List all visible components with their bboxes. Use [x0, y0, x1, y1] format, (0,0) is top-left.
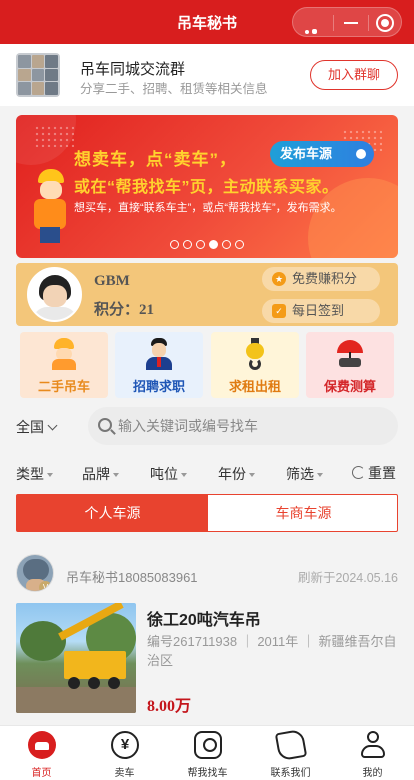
calendar-icon: ✓ — [272, 304, 286, 318]
filter-bar: 类型 品牌 吨位 年份 筛选 重置 — [0, 452, 414, 492]
filter-more[interactable]: 筛选 — [286, 464, 323, 484]
tab-sell[interactable]: ¥ 卖车 — [83, 726, 166, 780]
vehicle-photo — [16, 603, 136, 713]
refresh-icon — [352, 466, 365, 479]
user-points: 积分：21 — [94, 302, 155, 318]
avatar[interactable] — [27, 267, 82, 322]
banner-line-2: 或在“帮我找车”页，主动联系买家。 — [74, 179, 339, 196]
tab-dealer[interactable]: 车商车源 — [208, 495, 399, 531]
source-tabs: 个人车源 车商车源 — [16, 494, 398, 532]
listing: V 吊车秘书18085083961 刷新于2024.05.16 徐工20吨汽车吊… — [0, 540, 414, 723]
promo-banner[interactable]: 想卖车，点“卖车”， 发布车源 或在“帮我找车”页，主动联系买家。 想买车，直接… — [16, 115, 398, 258]
category-used-crane[interactable]: 二手吊车 — [20, 332, 108, 398]
reset-button[interactable]: 重置 — [352, 463, 396, 483]
group-chat-bar: 吊车同城交流群 分享二手、招聘、租赁等相关信息 加入群聊 — [0, 44, 414, 106]
search-input[interactable] — [118, 407, 388, 445]
recruiter-icon — [145, 338, 173, 370]
umbrella-car-icon — [336, 338, 364, 370]
publish-vehicle-button[interactable]: 发布车源 — [270, 141, 374, 167]
search-row: 全国 — [0, 404, 414, 450]
bottom-tab-bar: 首页 ¥ 卖车 帮我找车 联系我们 我的 — [0, 725, 414, 780]
user-card: GBM 积分：21 ★ 免费赚积分 ✓ 每日签到 — [16, 263, 398, 326]
phone-icon — [274, 728, 308, 762]
carousel-dot[interactable] — [183, 240, 192, 249]
search-icon — [98, 418, 112, 432]
worker-icon — [50, 338, 78, 370]
title-bar: 吊车秘书 — [0, 0, 414, 52]
filter-brand[interactable]: 品牌 — [82, 464, 119, 484]
seller-avatar: V — [16, 554, 54, 592]
filter-year[interactable]: 年份 — [218, 464, 255, 484]
region-selector[interactable]: 全国 — [16, 417, 58, 437]
minimize-icon[interactable] — [344, 22, 358, 24]
profile-icon — [359, 731, 387, 759]
list-item[interactable]: V 吊车秘书18085083961 刷新于2024.05.16 徐工20吨汽车吊… — [0, 540, 414, 723]
user-name: GBM — [94, 273, 130, 289]
group-name: 吊车同城交流群 — [80, 61, 186, 78]
star-coin-icon: ★ — [272, 272, 286, 286]
filter-tonnage[interactable]: 吨位 — [150, 464, 187, 484]
vehicle-title: 徐工20吨汽车吊 — [147, 612, 261, 629]
search-box[interactable] — [88, 407, 398, 445]
banner-line-3: 想买车，直接“联系车主”，或点“帮我找车”，发布需求。 — [74, 202, 342, 214]
banner-line-1: 想卖车，点“卖车”， — [74, 150, 237, 169]
group-avatar — [16, 53, 60, 97]
daily-signin-button[interactable]: ✓ 每日签到 — [262, 299, 380, 323]
join-group-button[interactable]: 加入群聊 — [310, 60, 398, 90]
close-target-icon[interactable] — [376, 14, 394, 32]
chevron-down-icon — [47, 420, 58, 431]
carousel-dot[interactable] — [170, 240, 179, 249]
tab-home[interactable]: 首页 — [0, 726, 83, 780]
carousel-dot[interactable] — [196, 240, 205, 249]
worker-illustration — [30, 169, 70, 243]
tab-contact[interactable]: 联系我们 — [249, 726, 332, 780]
category-grid: 二手吊车 招聘求职 求租出租 保费测算 — [0, 330, 414, 400]
category-recruitment[interactable]: 招聘求职 — [115, 332, 203, 398]
carousel-dot[interactable] — [209, 240, 218, 249]
refresh-date: 刷新于2024.05.16 — [297, 571, 398, 585]
verified-badge-icon: V — [39, 581, 52, 591]
yen-icon: ¥ — [111, 731, 139, 759]
more-icon[interactable] — [305, 21, 325, 52]
earn-points-button[interactable]: ★ 免费赚积分 — [262, 267, 380, 291]
hook-icon — [241, 338, 269, 370]
group-description: 分享二手、招聘、租赁等相关信息 — [80, 82, 268, 96]
filter-type[interactable]: 类型 — [16, 464, 53, 484]
carousel-indicator[interactable] — [16, 236, 398, 254]
miniprogram-capsule[interactable] — [292, 7, 402, 52]
category-insurance[interactable]: 保费测算 — [306, 332, 394, 398]
vehicle-detail: 编号261711938 ｜ 2011年 ｜ 新疆维吾尔自治区 — [147, 634, 397, 668]
tab-find-car[interactable]: 帮我找车 — [166, 726, 249, 780]
tab-personal[interactable]: 个人车源 — [17, 495, 208, 531]
home-icon — [28, 731, 56, 759]
find-car-icon — [194, 731, 222, 759]
vehicle-price: 8.00万 — [147, 698, 192, 715]
seller-name: 吊车秘书18085083961 — [66, 570, 198, 585]
carousel-dot[interactable] — [222, 240, 231, 249]
tab-mine[interactable]: 我的 — [331, 726, 414, 780]
category-rental[interactable]: 求租出租 — [211, 332, 299, 398]
carousel-dot[interactable] — [235, 240, 244, 249]
